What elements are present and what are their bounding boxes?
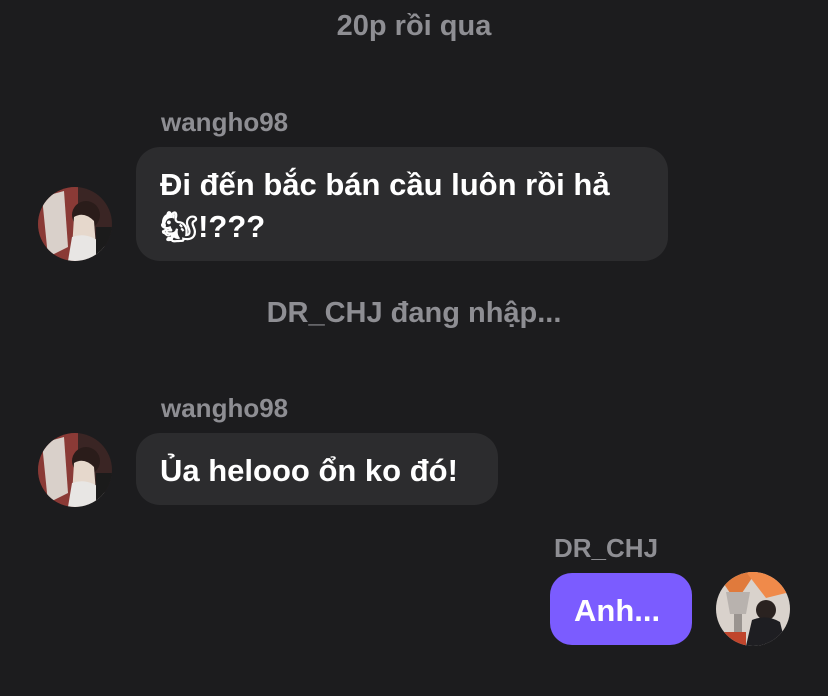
message-text: Anh... <box>574 593 661 628</box>
message-bubble-outgoing[interactable]: Anh... <box>550 573 692 645</box>
typing-indicator: DR_CHJ đang nhập... <box>266 297 562 329</box>
avatar-wangho98[interactable] <box>38 433 112 507</box>
sender-name: wangho98 <box>161 107 289 137</box>
avatar-dr-chj[interactable] <box>716 572 790 646</box>
message-bubble[interactable]: Đi đến bắc bán cầu luôn rồi hả 🐿!??? <box>136 147 668 261</box>
message-text: Đi đến bắc bán cầu luôn rồi hả <box>160 167 610 202</box>
squirrel-emoji-icon: 🐿 <box>160 211 199 244</box>
message-bubble[interactable]: Ủa helooo ổn ko đó! <box>136 433 498 505</box>
sender-name: wangho98 <box>161 393 289 423</box>
sender-name: DR_CHJ <box>554 533 659 563</box>
avatar-wangho98[interactable] <box>38 187 112 261</box>
message-text-suffix: !??? <box>198 209 266 244</box>
message-text: Ủa helooo ổn ko đó! <box>160 453 458 488</box>
timestamp-label: 20p rồi qua <box>336 10 492 42</box>
